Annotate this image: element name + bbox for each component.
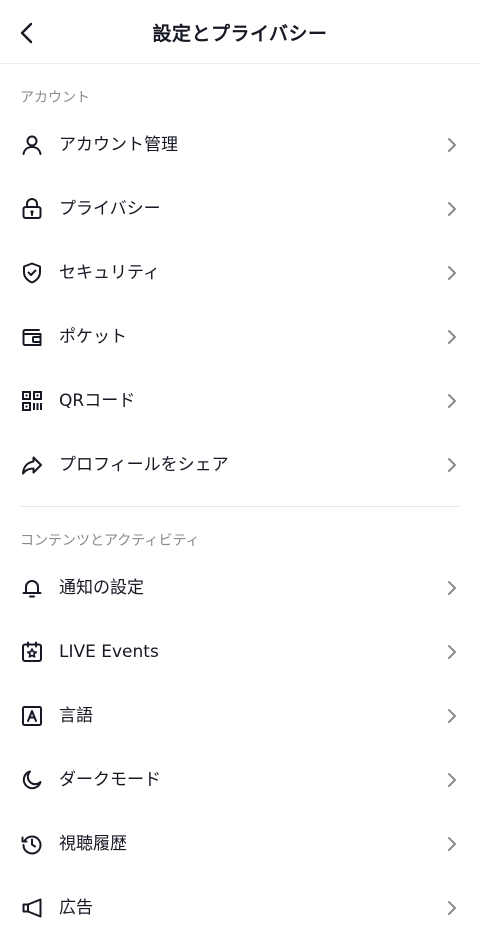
shield-check-icon [20, 261, 44, 285]
megaphone-icon [20, 896, 44, 920]
menu-item-privacy[interactable]: プライバシー [0, 177, 480, 241]
menu-item-ads[interactable]: 広告 [0, 876, 480, 940]
menu-item-notifications[interactable]: 通知の設定 [0, 556, 480, 620]
menu-item-label: ポケット [59, 327, 127, 347]
menu-item-qr-code[interactable]: QRコード [0, 369, 480, 433]
menu-item-label: ダークモード [59, 770, 161, 790]
menu-item-label: 通知の設定 [59, 578, 144, 598]
chevron-right-icon [448, 394, 456, 408]
moon-icon [20, 768, 44, 792]
menu-item-live-events[interactable]: LIVE Events [0, 620, 480, 684]
bell-icon [20, 576, 44, 600]
language-a-icon [20, 704, 44, 728]
menu-item-label: QRコード [59, 391, 136, 411]
chevron-right-icon [448, 901, 456, 915]
chevron-right-icon [448, 645, 456, 659]
section-label-account: アカウント [20, 90, 90, 106]
chevron-right-icon [448, 709, 456, 723]
chevron-right-icon [448, 773, 456, 787]
menu-item-label: プライバシー [59, 199, 161, 219]
menu-item-label: 言語 [59, 706, 93, 726]
menu-item-label: LIVE Events [59, 642, 159, 662]
wallet-icon [20, 325, 44, 349]
menu-item-label: アカウント管理 [59, 135, 178, 155]
menu-item-dark-mode[interactable]: ダークモード [0, 748, 480, 812]
section-divider [20, 506, 460, 507]
chevron-right-icon [448, 458, 456, 472]
chevron-right-icon [448, 138, 456, 152]
qr-code-icon [20, 389, 44, 413]
lock-icon [20, 197, 44, 221]
menu-item-label: 広告 [59, 898, 93, 918]
menu-item-account-management[interactable]: アカウント管理 [0, 113, 480, 177]
menu-item-wallet[interactable]: ポケット [0, 305, 480, 369]
person-icon [20, 133, 44, 157]
page-title: 設定とプライバシー [152, 23, 328, 45]
menu-item-share-profile[interactable]: プロフィールをシェア [0, 433, 480, 497]
section-label-content-activity: コンテンツとアクティビティ [20, 533, 200, 549]
menu-item-language[interactable]: 言語 [0, 684, 480, 748]
history-icon [20, 832, 44, 856]
menu-item-security[interactable]: セキュリティ [0, 241, 480, 305]
menu-item-label: セキュリティ [59, 263, 160, 283]
menu-item-label: 視聴履歴 [59, 834, 127, 854]
share-arrow-icon [20, 453, 44, 477]
chevron-right-icon [448, 330, 456, 344]
calendar-star-icon [20, 640, 44, 664]
menu-item-watch-history[interactable]: 視聴履歴 [0, 812, 480, 876]
chevron-right-icon [448, 266, 456, 280]
chevron-right-icon [448, 581, 456, 595]
chevron-right-icon [448, 202, 456, 216]
chevron-right-icon [448, 837, 456, 851]
menu-item-label: プロフィールをシェア [59, 455, 229, 475]
top-bar: 設定とプライバシー [0, 0, 480, 64]
